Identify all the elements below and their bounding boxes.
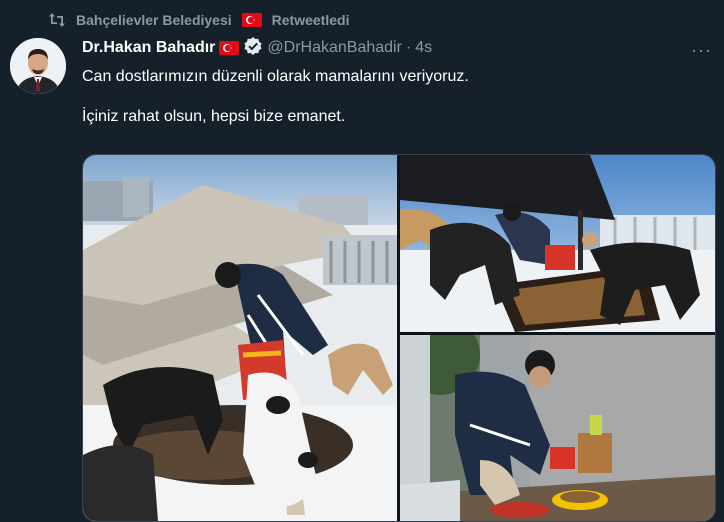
- photo-dogs-under-shelter[interactable]: [400, 155, 715, 332]
- more-options-icon[interactable]: ···: [691, 40, 712, 61]
- separator-dot: ·: [405, 39, 412, 56]
- tweet-paragraph: Can dostlarımızın düzenli olarak mamalar…: [82, 68, 469, 85]
- retweet-icon: [48, 12, 66, 28]
- turkey-flag-icon: [241, 13, 262, 27]
- tweet-timestamp[interactable]: 4s: [415, 39, 432, 57]
- turkey-flag-icon: [219, 41, 240, 55]
- verified-badge-icon: [243, 36, 263, 61]
- author-handle[interactable]: @DrHakanBahadir: [267, 39, 402, 57]
- tweet-text: Can dostlarımızın düzenli olarak mamalar…: [82, 66, 682, 146]
- retweet-label: Retweetledi: [271, 12, 350, 28]
- tweet-paragraph: İçiniz rahat olsun, hepsi bize emanet.: [82, 108, 346, 125]
- tweet-header: Dr.Hakan Bahadır @DrHakanBahadir · 4s: [82, 36, 432, 61]
- photo-worker-feeding-dogs-snow[interactable]: [83, 155, 397, 521]
- retweet-account-name[interactable]: Bahçelievler Belediyesi: [76, 12, 232, 28]
- author-display-name[interactable]: Dr.Hakan Bahadır: [82, 39, 215, 57]
- retweet-banner[interactable]: Bahçelievler Belediyesi Retweetledi: [48, 10, 349, 30]
- photo-worker-by-wall[interactable]: [400, 335, 715, 521]
- media-grid: [82, 154, 716, 522]
- author-avatar[interactable]: [10, 38, 66, 94]
- avatar-image: [10, 38, 66, 94]
